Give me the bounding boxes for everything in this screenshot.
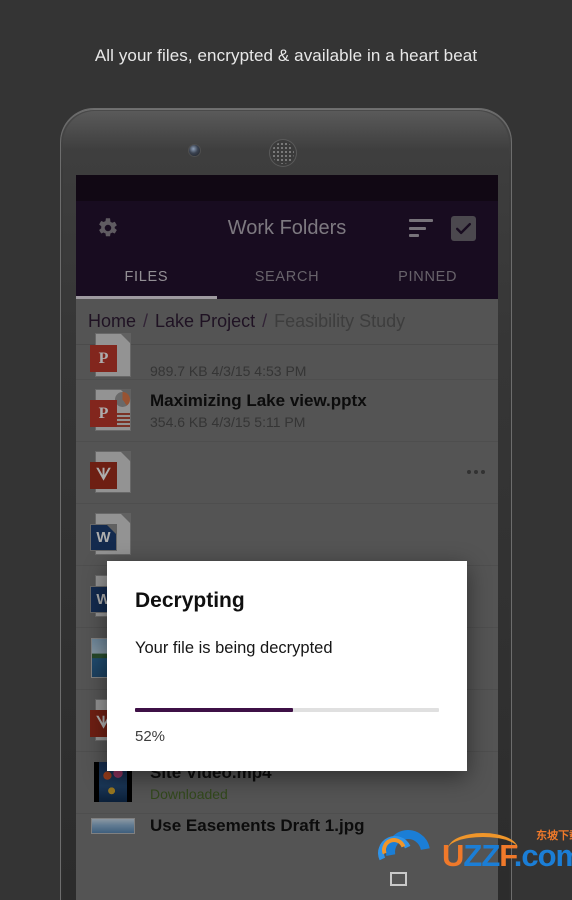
dialog-title: Decrypting: [135, 589, 245, 612]
progress-bar-fill: [135, 708, 294, 712]
screenshot-root: All your files, encrypted & available in…: [0, 0, 572, 900]
progress-bar: [135, 708, 439, 712]
modal-scrim[interactable]: [76, 175, 498, 900]
watermark-dotcom: .com: [513, 837, 572, 873]
uzzf-logo-icon: [373, 821, 440, 886]
watermark-arc: [448, 832, 518, 849]
watermark-text: 东坡下载 UZZF.com: [442, 830, 572, 873]
watermark-chinese-label: 东坡下载: [536, 829, 572, 842]
promo-tagline: All your files, encrypted & available in…: [94, 46, 478, 65]
front-camera-icon: [189, 145, 200, 156]
site-watermark: 东坡下载 UZZF.com: [373, 818, 572, 892]
earpiece-speaker-icon: [270, 140, 296, 166]
phone-device-frame: Work Folders FILES SEARCH PINNED Home / …: [60, 108, 512, 900]
phone-screen: Work Folders FILES SEARCH PINNED Home / …: [76, 175, 498, 900]
dialog-message: Your file is being decrypted: [135, 639, 333, 657]
progress-percent-label: 52%: [135, 728, 166, 745]
decrypting-dialog: Decrypting Your file is being decrypted …: [107, 561, 467, 771]
